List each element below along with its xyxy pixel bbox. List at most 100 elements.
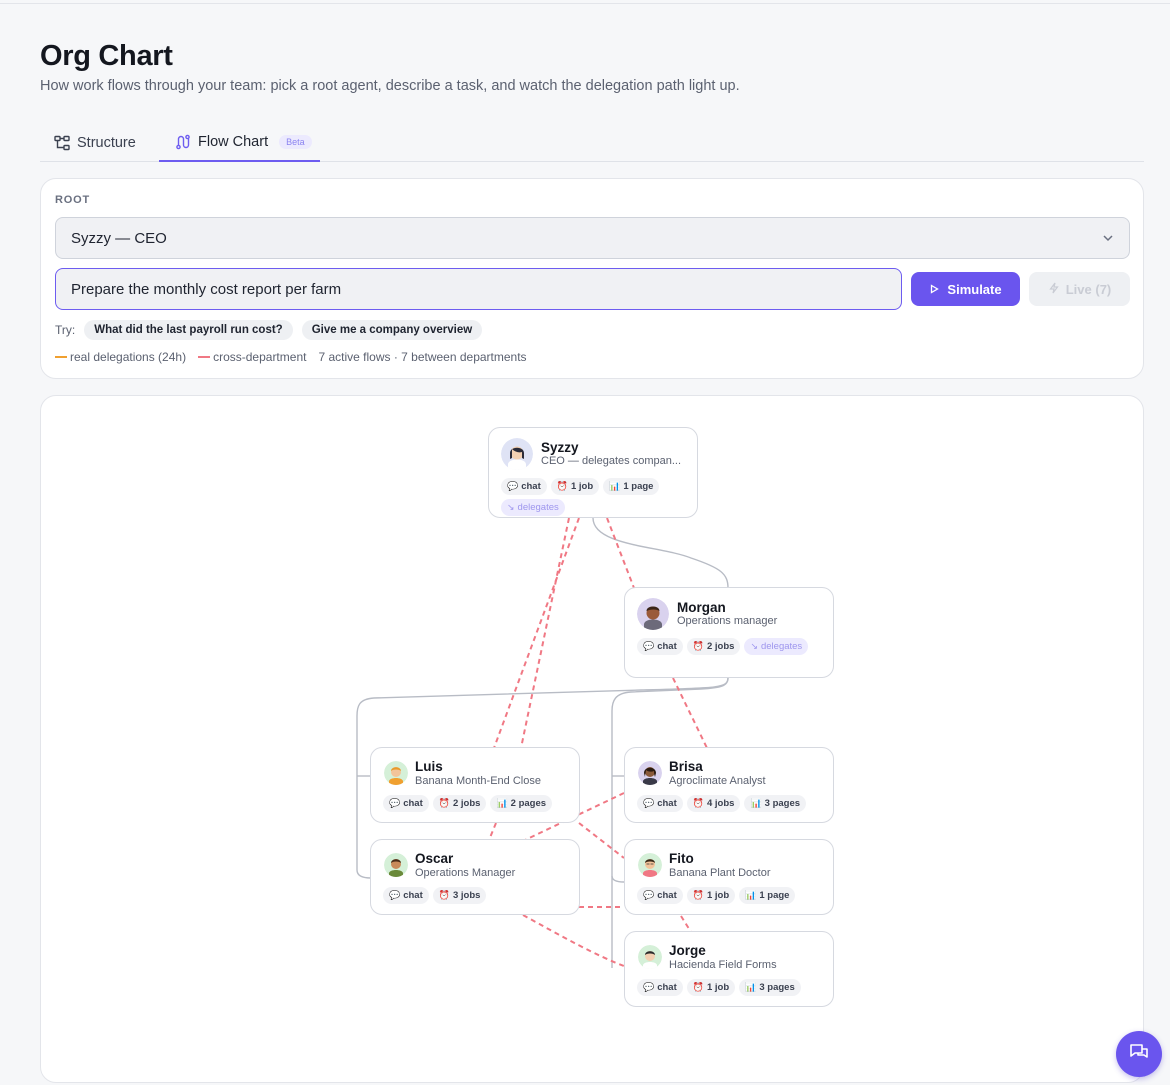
pages-label: 3 pages: [759, 982, 795, 993]
simulation-controls: ROOT Syzzy — CEO Simulate Live (7) Try: …: [40, 178, 1144, 379]
chat-icon: 💬: [643, 798, 655, 808]
node-role: Hacienda Field Forms: [669, 959, 777, 971]
try-label: Try:: [55, 323, 76, 337]
chat-pill[interactable]: 💬 chat: [637, 979, 683, 996]
bar-chart-icon: 📊: [745, 890, 757, 900]
jobs-pill[interactable]: ⏰ 4 jobs: [686, 795, 741, 812]
delegates-label: delegates: [760, 641, 803, 652]
node-brisa[interactable]: Brisa Agroclimate Analyst 💬 chat ⏰ 4 jobs …: [624, 747, 834, 823]
flow-canvas[interactable]: Syzzy CEO — delegates compan... 💬 chat ⏰ 1…: [40, 395, 1144, 1083]
jobs-label: 1 job: [570, 481, 594, 492]
alarm-clock-icon: ⏰: [438, 890, 450, 900]
chevron-down-icon: [1101, 231, 1115, 249]
edge-cross-8: [522, 914, 625, 967]
simulate-button[interactable]: Simulate: [911, 272, 1020, 306]
chat-icon: 💬: [643, 641, 655, 651]
node-pills: 💬 chat ⏰ 1 job 📊 3 pages: [637, 979, 827, 996]
bar-chart-icon: 📊: [745, 982, 757, 992]
chat-label: chat: [657, 798, 677, 809]
chat-label: chat: [403, 798, 423, 809]
node-name: Morgan: [677, 600, 726, 615]
arrow-down-right-icon: ↘: [750, 641, 758, 651]
node-name: Luis: [415, 759, 443, 774]
node-morgan[interactable]: Morgan Operations manager 💬 chat ⏰ 2 jobs …: [624, 587, 834, 678]
edge-cross-1: [493, 517, 580, 749]
jobs-pill[interactable]: ⏰ 1 job: [550, 478, 600, 495]
node-luis[interactable]: Luis Banana Month-End Close 💬 chat ⏰ 2 job…: [370, 747, 580, 823]
node-fito[interactable]: Fito Banana Plant Doctor 💬 chat ⏰ 1 job 📊 1…: [624, 839, 834, 915]
live-button[interactable]: Live (7): [1029, 272, 1130, 306]
arrow-down-right-icon: ↘: [507, 502, 515, 512]
node-name: Oscar: [415, 851, 454, 866]
chat-label: chat: [657, 890, 677, 901]
pages-pill[interactable]: 📊 1 page: [739, 887, 796, 904]
pages-pill[interactable]: 📊 3 pages: [744, 795, 807, 812]
edge-syzzy-morgan: [592, 517, 729, 589]
chat-pill[interactable]: 💬 chat: [383, 795, 429, 812]
root-label: ROOT: [55, 194, 90, 206]
pages-pill[interactable]: 📊 1 page: [603, 478, 660, 495]
edge-cross-10: [488, 822, 497, 841]
alarm-clock-icon: ⏰: [692, 890, 704, 900]
jobs-pill[interactable]: ⏰ 2 jobs: [432, 795, 487, 812]
delegates-pill[interactable]: ↘ delegates: [501, 499, 565, 516]
avatar: [638, 761, 662, 785]
node-oscar[interactable]: Oscar Operations Manager 💬 chat ⏰ 3 jobs: [370, 839, 580, 915]
chat-label: chat: [657, 982, 677, 993]
chat-icon: 💬: [643, 982, 655, 992]
node-pills: 💬 chat ⏰ 4 jobs 📊 3 pages: [637, 795, 827, 812]
chat-bubbles-icon: [1128, 1041, 1150, 1068]
chat-pill[interactable]: 💬 chat: [383, 887, 429, 904]
chat-pill[interactable]: 💬 chat: [637, 638, 683, 655]
chat-icon: 💬: [507, 481, 519, 491]
node-role: Agroclimate Analyst: [669, 775, 766, 787]
suggestion-chip[interactable]: Give me a company overview: [301, 320, 483, 340]
tab-flow-chart-label: Flow Chart: [198, 134, 269, 150]
alarm-clock-icon: ⏰: [556, 481, 568, 491]
legend: real delegations (24h) cross-department …: [55, 350, 527, 364]
suggestion-chip[interactable]: What did the last payroll run cost?: [84, 320, 293, 340]
chat-icon: 💬: [389, 890, 401, 900]
node-jorge[interactable]: Jorge Hacienda Field Forms 💬 chat ⏰ 1 job …: [624, 931, 834, 1007]
pages-label: 2 pages: [510, 798, 547, 809]
legend-real-swatch: [55, 356, 67, 358]
node-role: Operations manager: [677, 615, 778, 627]
chat-pill[interactable]: 💬 chat: [637, 795, 683, 812]
jobs-pill[interactable]: ⏰ 2 jobs: [686, 638, 741, 655]
jobs-pill[interactable]: ⏰ 1 job: [686, 887, 736, 904]
tab-flow-chart[interactable]: Flow Chart Beta: [159, 124, 320, 162]
legend-cross-swatch: [198, 356, 211, 358]
chat-pill[interactable]: 💬 chat: [637, 887, 683, 904]
legend-cross: cross-department: [198, 350, 306, 364]
legend-summary: 7 active flows · 7 between departments: [318, 350, 527, 364]
jobs-label: 4 jobs: [706, 798, 735, 809]
chat-assistant-button[interactable]: [1116, 1031, 1162, 1077]
bar-chart-icon: 📊: [750, 798, 762, 808]
edge-cross-3: [606, 517, 635, 589]
node-name: Brisa: [669, 759, 703, 774]
hierarchy-icon: [54, 135, 70, 151]
alarm-clock-icon: ⏰: [692, 641, 704, 651]
task-input[interactable]: [55, 268, 902, 310]
top-divider: [0, 3, 1170, 4]
pages-label: 3 pages: [764, 798, 801, 809]
pages-pill[interactable]: 📊 2 pages: [490, 795, 553, 812]
delegates-pill[interactable]: ↘ delegates: [744, 638, 809, 655]
node-role: Banana Plant Doctor: [669, 867, 771, 879]
node-syzzy[interactable]: Syzzy CEO — delegates compan... 💬 chat ⏰ 1…: [488, 427, 698, 518]
pages-label: 1 page: [623, 481, 654, 492]
jobs-pill[interactable]: ⏰ 3 jobs: [432, 887, 487, 904]
node-pills: 💬 chat ⏰ 2 jobs 📊 2 pages: [383, 795, 573, 812]
page-subtitle: How work flows through your team: pick a…: [40, 78, 740, 94]
tab-structure[interactable]: Structure: [54, 124, 136, 162]
avatar: [501, 438, 533, 470]
page-title: Org Chart: [40, 40, 173, 72]
root-agent-select[interactable]: Syzzy — CEO: [55, 217, 1130, 259]
chat-pill[interactable]: 💬 chat: [501, 478, 547, 495]
node-name: Jorge: [669, 943, 706, 958]
jobs-pill[interactable]: ⏰ 1 job: [686, 979, 736, 996]
chat-icon: 💬: [643, 890, 655, 900]
jobs-label: 1 job: [706, 890, 730, 901]
chat-icon: 💬: [389, 798, 401, 808]
pages-pill[interactable]: 📊 3 pages: [739, 979, 801, 996]
